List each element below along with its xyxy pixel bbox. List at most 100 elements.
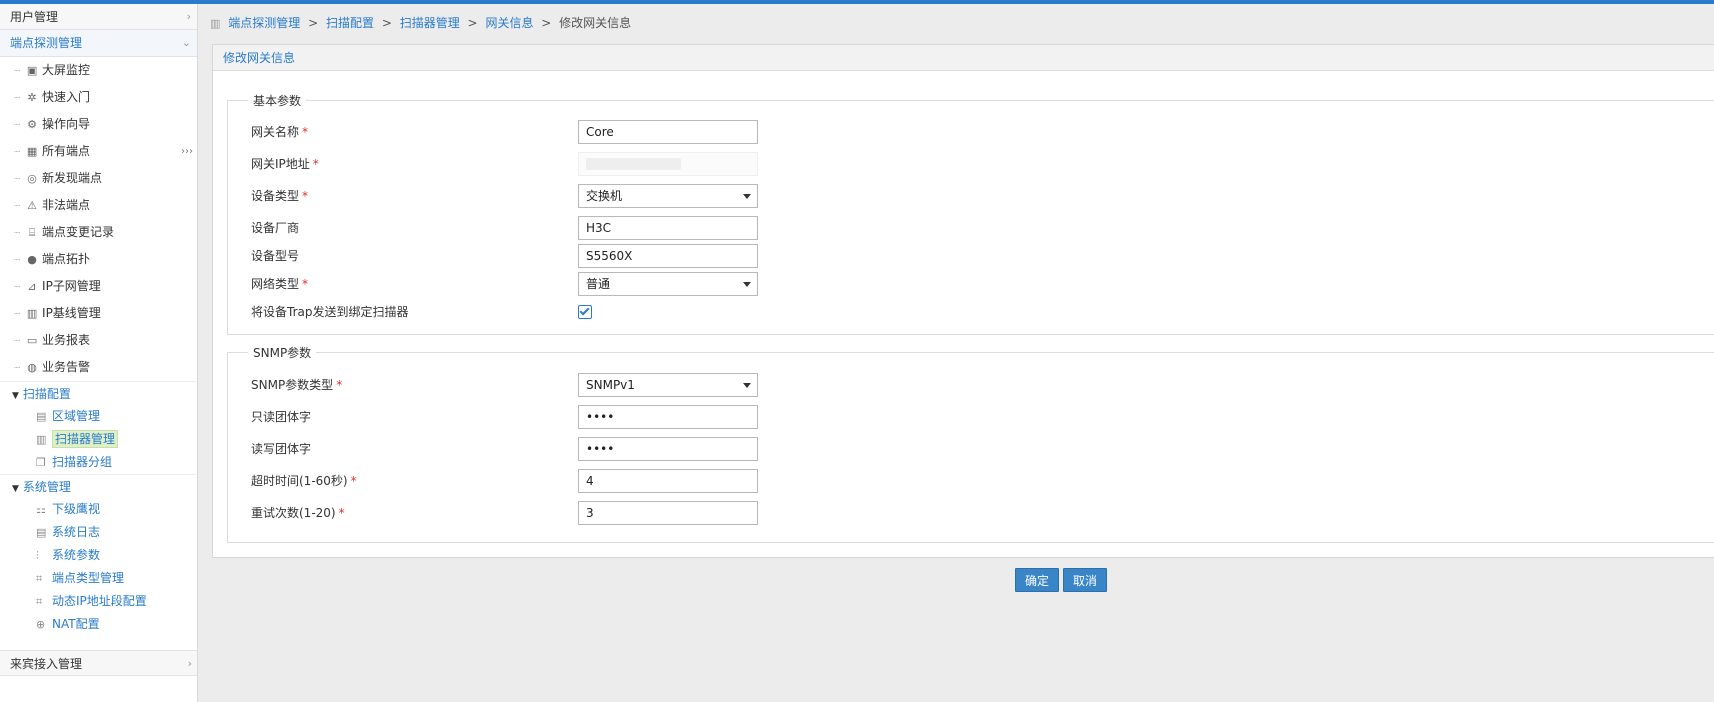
expand-arrows-icon[interactable]: ››› (181, 138, 193, 165)
ok-button[interactable]: 确定 (1015, 568, 1060, 592)
sidebar-item-label: 大屏监控 (42, 63, 91, 77)
monitor-icon: ▣ (26, 64, 38, 77)
sidebar-item-quick-start[interactable]: ┈ ✲ 快速入门 (0, 84, 197, 111)
sidebar-item-subnet[interactable]: ┈ ⊿ IP子网管理 (0, 273, 197, 300)
sidebar-item-label: IP子网管理 (42, 279, 101, 293)
sidebar-item-label: NAT配置 (52, 617, 100, 631)
retries-input[interactable]: 3 (578, 501, 758, 525)
sidebar-section-endpoint-mgmt[interactable]: 端点探测管理 ⌄ (0, 30, 197, 57)
sidebar-item-topology[interactable]: ┈ ● 端点拓扑 (0, 246, 197, 273)
sidebar-item-system-log[interactable]: ▤ 系统日志 (0, 521, 197, 544)
snmp-type-label: SNMP参数类型 * (251, 378, 343, 392)
sidebar-item-system-params[interactable]: ⫶ 系统参数 (0, 544, 197, 567)
breadcrumb-link[interactable]: 端点探测管理 (228, 16, 300, 30)
sidebar-item-wizard[interactable]: ┈ ⚙ 操作向导 (0, 111, 197, 138)
sidebar-item-endpoint-type[interactable]: ⌗ 端点类型管理 (0, 567, 197, 590)
params-icon: ⫶ (36, 549, 39, 562)
breadcrumb-separator: > (541, 16, 552, 30)
sidebar-section-user-mgmt[interactable]: 用户管理 › (0, 4, 197, 30)
section-label: 来宾接入管理 (10, 657, 83, 671)
baseline-icon: ▥ (26, 307, 38, 320)
snmp-params-legend: SNMP参数 (253, 346, 312, 360)
group-icon: ❐ (36, 456, 46, 469)
tree-connector: ┈ (14, 147, 21, 158)
sidebar-item-scanner-mgmt[interactable]: ▥ 扫描器管理 (0, 428, 197, 451)
chevron-right-icon: › (186, 10, 191, 23)
breadcrumb-separator: > (467, 16, 478, 30)
sidebar-item-region-mgmt[interactable]: ▤ 区域管理 (0, 405, 197, 428)
sidebar-item-change-log[interactable]: ┈ ⌸ 端点变更记录 (0, 219, 197, 246)
sidebar-item-label: 业务报表 (42, 333, 91, 347)
model-input[interactable]: S5560X (578, 244, 758, 268)
sidebar-item-illegal-endpoints[interactable]: ┈ ⚠ 非法端点 (0, 192, 197, 219)
sidebar-item-alarm[interactable]: ┈ ◍ 业务告警 (0, 354, 197, 381)
basic-params-legend: 基本参数 (253, 94, 302, 108)
tree-connector: ┈ (14, 201, 21, 212)
gateway-ip-label: 网关IP地址 * (251, 157, 319, 171)
sidebar-item-label: 区域管理 (52, 409, 101, 423)
tree-connector: ┈ (14, 282, 21, 293)
sidebar-item-report[interactable]: ┈ ▭ 业务报表 (0, 327, 197, 354)
sidebar-group-scan-config[interactable]: ▼ 扫描配置 (0, 381, 197, 405)
timeout-input[interactable]: 4 (578, 469, 758, 493)
dropdown-arrow-icon (743, 194, 751, 199)
model-label: 设备型号 (251, 249, 300, 263)
network-type-select[interactable]: 普通 (578, 272, 758, 296)
rw-community-input[interactable]: •••• (578, 437, 758, 461)
sidebar-item-nat[interactable]: ⊕ NAT配置 (0, 613, 197, 636)
gateway-name-input[interactable]: Core (578, 120, 758, 144)
chevron-right-icon: › (187, 657, 192, 670)
wizard-icon: ⚙ (27, 118, 37, 131)
tree-connector: ┈ (14, 309, 21, 320)
trap-checkbox[interactable] (578, 305, 592, 319)
snmp-type-select[interactable]: SNMPv1 (578, 373, 758, 397)
network-type-label: 网络类型 * (251, 277, 309, 291)
group-label: 扫描配置 (22, 387, 71, 401)
edit-gateway-panel: 修改网关信息 基本参数 网关名称 * Core 网关IP地址 * 设备类型 * 交换机… (212, 44, 1714, 558)
home-icon: ▥ (210, 17, 221, 30)
log-icon: ▤ (36, 526, 47, 539)
vendor-input[interactable]: H3C (578, 216, 758, 240)
gateway-ip-input[interactable] (578, 152, 758, 176)
gear-icon: ✲ (27, 91, 37, 104)
grid-icon: ▦ (26, 145, 38, 158)
sidebar-item-label: 业务告警 (42, 360, 91, 374)
tree-connector: ┈ (14, 174, 21, 185)
gateway-name-label: 网关名称 * (251, 125, 309, 139)
sidebar-item-label: IP基线管理 (42, 306, 101, 320)
breadcrumb-separator: > (381, 16, 392, 30)
top-accent-bar (0, 0, 1714, 4)
sidebar-section-guest-access[interactable]: 来宾接入管理 › (0, 650, 197, 676)
section-label: 端点探测管理 (10, 36, 83, 50)
sub-view-icon: ⚏ (36, 503, 46, 516)
sidebar-item-label: 端点变更记录 (42, 225, 115, 239)
sidebar-item-label: 端点类型管理 (52, 571, 125, 585)
cancel-button[interactable]: 取消 (1063, 568, 1108, 592)
breadcrumb-link[interactable]: 扫描器管理 (400, 16, 460, 30)
breadcrumb-separator: > (308, 16, 319, 30)
sidebar-item-label: 非法端点 (42, 198, 91, 212)
sidebar: 用户管理 › 端点探测管理 ⌄ ┈ ▣ 大屏监控 ┈ ✲ 快速入门 ┈ ⚙ 操作向导 ┈ ▦ 所… (0, 4, 198, 702)
sidebar-item-new-endpoints[interactable]: ┈ ◎ 新发现端点 (0, 165, 197, 192)
radar-icon: ◎ (27, 172, 37, 185)
device-type-label: 设备类型 * (251, 189, 309, 203)
warning-icon: ⚠ (27, 199, 37, 212)
region-icon: ▤ (36, 410, 47, 423)
breadcrumb-link[interactable]: 扫描配置 (326, 16, 374, 30)
sidebar-item-baseline[interactable]: ┈ ▥ IP基线管理 (0, 300, 197, 327)
sidebar-item-screen-monitor[interactable]: ┈ ▣ 大屏监控 (0, 57, 197, 84)
ro-community-input[interactable]: •••• (578, 405, 758, 429)
sidebar-item-all-endpoints[interactable]: ┈ ▦ 所有端点 ››› (0, 138, 197, 165)
sidebar-item-dynamic-ip[interactable]: ⌗ 动态IP地址段配置 (0, 590, 197, 613)
nat-icon: ⊕ (36, 618, 46, 631)
sidebar-item-scanner-group[interactable]: ❐ 扫描器分组 (0, 451, 197, 474)
panel-title: 修改网关信息 (213, 45, 1714, 71)
sidebar-item-sub-view[interactable]: ⚏ 下级鹰视 (0, 498, 197, 521)
breadcrumb-current: 修改网关信息 (559, 16, 632, 30)
breadcrumb-link[interactable]: 网关信息 (485, 16, 533, 30)
sidebar-group-system-mgmt[interactable]: ▼ 系统管理 (0, 474, 197, 498)
device-type-select[interactable]: 交换机 (578, 184, 758, 208)
vendor-label: 设备厂商 (251, 221, 300, 235)
trap-label: 将设备Trap发送到绑定扫描器 (251, 305, 409, 319)
sidebar-item-label: 新发现端点 (42, 171, 103, 185)
